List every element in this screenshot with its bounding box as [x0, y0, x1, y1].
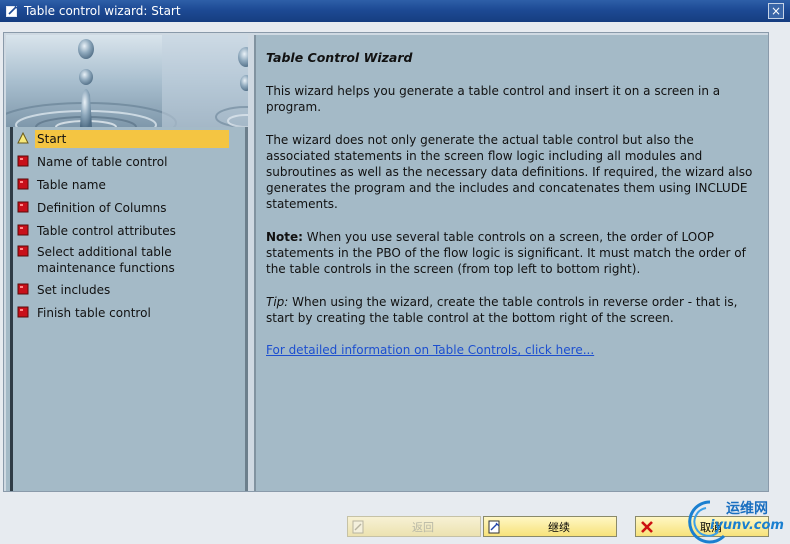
tip-label: Tip:: [266, 295, 289, 309]
steps-pane: Start Name of table control Table name D…: [6, 35, 248, 491]
step-finish-table-control[interactable]: Finish table control: [17, 304, 237, 322]
red-square-icon: [17, 201, 29, 213]
step-table-name[interactable]: Table name: [17, 176, 237, 194]
red-square-icon: [17, 224, 29, 236]
red-square-icon: [17, 245, 29, 257]
tip-paragraph: Tip: When using the wizard, create the t…: [266, 294, 758, 326]
step-start[interactable]: Start: [17, 130, 237, 148]
description-paragraph: The wizard does not only generate the ac…: [266, 133, 753, 211]
step-label: Set includes: [37, 283, 111, 297]
step-definition-of-columns[interactable]: Definition of Columns: [17, 199, 237, 217]
window-title: Table control wizard: Start: [24, 4, 181, 18]
step-label: Definition of Columns: [37, 201, 167, 215]
wizard-frame: Start Name of table control Table name D…: [3, 32, 769, 492]
cancel-x-icon: [640, 520, 654, 534]
red-square-icon: [17, 178, 29, 190]
content-heading: Table Control Wizard: [266, 50, 413, 65]
watermark-text-cn: 运维网: [726, 501, 768, 517]
warning-triangle-icon: [17, 131, 29, 144]
table-controls-help-link[interactable]: For detailed information on Table Contro…: [266, 343, 594, 357]
red-square-icon: [17, 155, 29, 167]
step-table-control-attributes[interactable]: Table control attributes: [17, 222, 237, 240]
step-label: Name of table control: [37, 155, 168, 169]
tip-text: When using the wizard, create the table …: [266, 295, 738, 325]
continue-icon: [488, 520, 502, 534]
back-icon: [352, 520, 366, 534]
continue-button[interactable]: 继续: [483, 516, 617, 537]
step-set-includes[interactable]: Set includes: [17, 281, 237, 299]
step-label: Start: [35, 130, 229, 148]
close-icon: ×: [770, 4, 782, 18]
note-text: When you use several table controls on a…: [266, 230, 746, 276]
continue-label: 继续: [548, 520, 570, 534]
step-label: Select additional table maintenance func…: [37, 245, 175, 275]
red-square-icon: [17, 283, 29, 295]
step-select-additional-functions[interactable]: Select additional table maintenance func…: [17, 243, 237, 277]
content-pane: Table Control Wizard This wizard helps y…: [254, 35, 768, 491]
back-button[interactable]: 返回: [347, 516, 481, 537]
step-name-of-table-control[interactable]: Name of table control: [17, 153, 237, 171]
step-label: Table control attributes: [37, 224, 176, 238]
close-button[interactable]: ×: [768, 3, 784, 19]
intro-paragraph: This wizard helps you generate a table c…: [266, 84, 721, 114]
back-label: 返回: [412, 520, 434, 534]
note-paragraph: Note: When you use several table control…: [266, 229, 758, 277]
step-label: Finish table control: [37, 306, 151, 320]
watermark-text-url: iyunv.com: [710, 518, 784, 533]
wizard-icon: [5, 4, 19, 18]
red-square-icon: [17, 306, 29, 318]
note-label: Note:: [266, 230, 303, 244]
step-list: Start Name of table control Table name D…: [10, 127, 242, 491]
step-label: Table name: [37, 178, 106, 192]
title-bar: Table control wizard: Start ×: [0, 0, 790, 22]
water-drop-image: [6, 35, 248, 127]
site-watermark: 运维网 iyunv.com: [680, 496, 790, 544]
